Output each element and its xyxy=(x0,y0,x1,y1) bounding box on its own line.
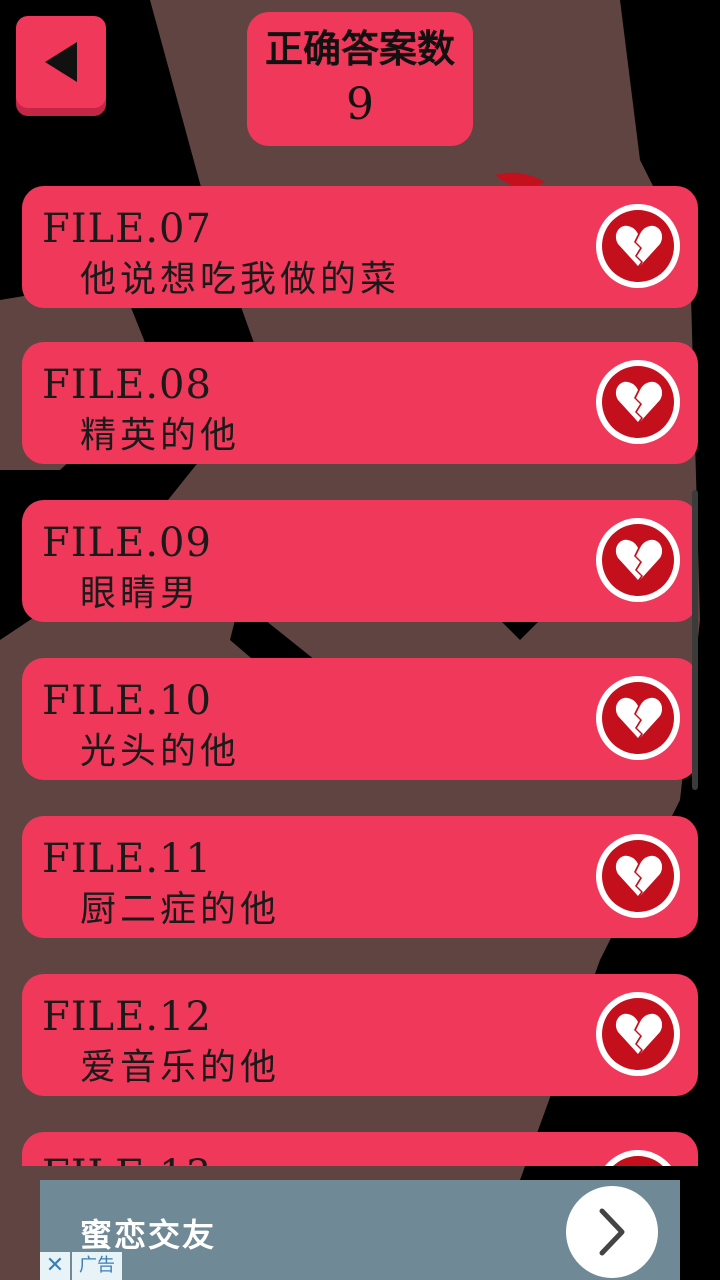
file-title: 他说想吃我做的菜 xyxy=(80,259,401,300)
file-row-12[interactable]: FILE.12 爱音乐的他 xyxy=(22,974,698,1096)
broken-heart-icon xyxy=(596,992,680,1076)
file-row-08[interactable]: FILE.08 精英的他 xyxy=(22,342,698,464)
ad-go-button[interactable] xyxy=(566,1186,658,1278)
file-row-13[interactable]: FILE.13 xyxy=(22,1132,698,1166)
file-row-09[interactable]: FILE.09 眼睛男 xyxy=(22,500,698,622)
correct-answers-panel: 正确答案数 9 xyxy=(247,12,473,146)
chevron-right-icon xyxy=(599,1208,625,1256)
file-row-10[interactable]: FILE.10 光头的他 xyxy=(22,658,698,780)
back-triangle-icon xyxy=(45,42,77,82)
ad-close-button[interactable]: ✕ xyxy=(40,1252,70,1280)
broken-heart-icon xyxy=(596,834,680,918)
list-scrollbar[interactable] xyxy=(692,490,698,790)
score-label: 正确答案数 xyxy=(264,27,455,71)
file-title: 光头的他 xyxy=(80,731,241,772)
file-number: FILE.13 xyxy=(42,1152,212,1166)
broken-heart-icon xyxy=(596,1150,680,1166)
file-title: 精英的他 xyxy=(80,415,241,456)
broken-heart-icon xyxy=(596,204,680,288)
file-number: FILE.08 xyxy=(42,362,212,408)
file-title: 厨二症的他 xyxy=(80,889,281,930)
file-row-11[interactable]: FILE.11 厨二症的他 xyxy=(22,816,698,938)
back-button[interactable] xyxy=(16,16,106,108)
file-row-07[interactable]: FILE.07 他说想吃我做的菜 xyxy=(22,186,698,308)
ad-text: 蜜恋交友 xyxy=(80,1216,217,1254)
ad-tag: 广告 xyxy=(72,1252,122,1280)
file-number: FILE.09 xyxy=(42,520,212,566)
file-number: FILE.11 xyxy=(42,836,212,882)
broken-heart-icon xyxy=(596,676,680,760)
broken-heart-icon xyxy=(596,518,680,602)
file-list[interactable]: FILE.07 他说想吃我做的菜 FILE.08 精英的他 FILE.09 眼睛… xyxy=(0,186,720,1166)
broken-heart-icon xyxy=(596,360,680,444)
file-title: 眼睛男 xyxy=(80,573,201,614)
file-title: 爱音乐的他 xyxy=(80,1047,281,1088)
file-number: FILE.10 xyxy=(42,678,212,724)
ad-banner[interactable]: 蜜恋交友 ✕ 广告 xyxy=(40,1180,680,1280)
file-number: FILE.07 xyxy=(42,206,212,252)
file-number: FILE.12 xyxy=(42,994,212,1040)
score-value: 9 xyxy=(346,79,374,130)
